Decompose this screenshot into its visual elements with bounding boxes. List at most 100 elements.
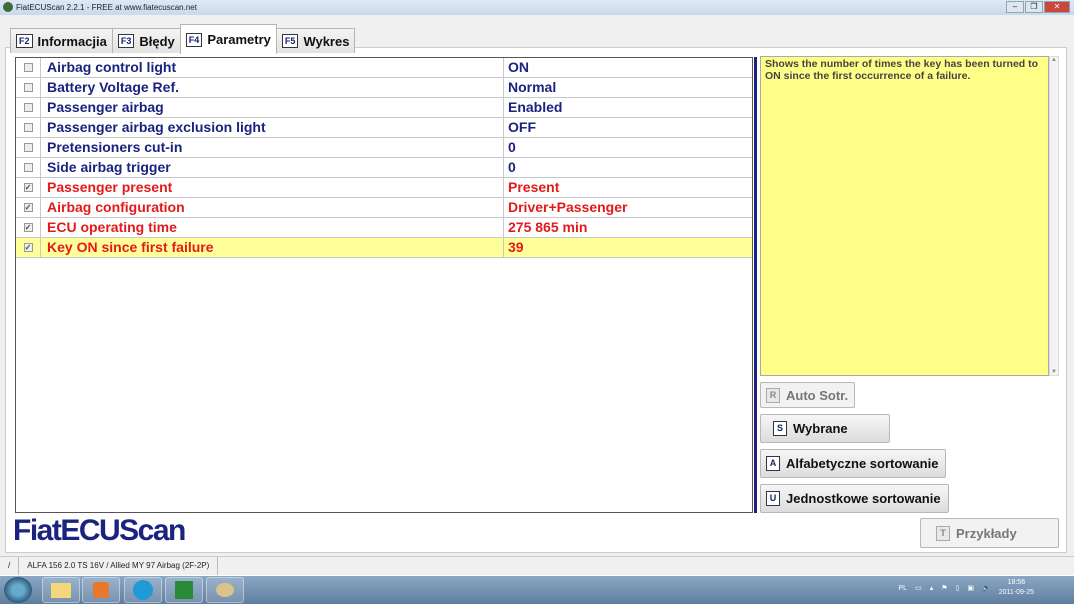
f3-key-icon: F3 — [117, 34, 135, 48]
u-key-icon: U — [766, 491, 780, 506]
window-title: FiatECUScan 2.2.1 - FREE at www.fiatecus… — [16, 3, 197, 12]
row-checkbox-cell[interactable] — [16, 118, 41, 137]
description-box: Shows the number of times the key has be… — [760, 56, 1049, 376]
row-checkbox-cell[interactable] — [16, 78, 41, 97]
clock-time: 18:56 — [1007, 579, 1026, 586]
auto-sort-button[interactable]: R Auto Sotr. — [760, 382, 855, 408]
minimize-button[interactable]: – — [1006, 1, 1024, 13]
parameter-value: 0 — [508, 159, 516, 175]
unit-sort-button[interactable]: U Jednostkowe sortowanie — [760, 484, 949, 513]
table-row[interactable]: Pretensioners cut-in 0 — [16, 138, 752, 158]
clock-date: 2011-09-25 — [998, 589, 1034, 596]
table-row[interactable]: Airbag control light ON — [16, 58, 752, 78]
clock[interactable]: 18:56 2011-09-25 — [999, 578, 1034, 598]
start-button[interactable] — [4, 577, 32, 603]
selected-button[interactable]: S Wybrane — [760, 414, 890, 443]
parameter-name: Key ON since first failure — [41, 238, 504, 257]
parameter-value: Enabled — [508, 99, 563, 115]
table-row[interactable]: Passenger airbag Enabled — [16, 98, 752, 118]
parameter-value: 39 — [508, 239, 524, 255]
system-tray: PL ▭ ▴ ⚑ ▯ ▣ 🔈 18:56 2011-09-25 — [899, 578, 1034, 598]
checkbox[interactable]: ✓ — [23, 203, 33, 212]
tab-label: Wykres — [303, 33, 350, 49]
show-hidden-icon[interactable]: ▴ — [930, 584, 934, 592]
row-checkbox-cell[interactable]: ✓ — [16, 178, 41, 197]
taskbar: PL ▭ ▴ ⚑ ▯ ▣ 🔈 18:56 2011-09-25 — [0, 576, 1074, 604]
tab-informacjia[interactable]: F2 Informacjia — [10, 28, 113, 53]
table-row[interactable]: Battery Voltage Ref. Normal — [16, 78, 752, 98]
s-key-icon: S — [773, 421, 787, 436]
description-scrollbar[interactable]: ▲ ▼ — [1049, 56, 1059, 376]
maximize-button[interactable]: ❐ — [1025, 1, 1043, 13]
parameters-table: Airbag control light ON Battery Voltage Re… — [15, 57, 753, 513]
close-button[interactable]: ✕ — [1044, 1, 1070, 13]
table-row[interactable]: ✓ ECU operating time 275 865 min — [16, 218, 752, 238]
language-indicator[interactable]: PL — [899, 585, 908, 592]
parameter-value: ON — [508, 59, 529, 75]
parameter-value: OFF — [508, 119, 536, 135]
row-checkbox-cell[interactable] — [16, 158, 41, 177]
checkbox[interactable]: ✓ — [23, 243, 33, 252]
button-label: Alfabetyczne sortowanie — [786, 456, 939, 471]
volume-icon[interactable]: 🔈 — [982, 584, 991, 592]
row-checkbox-cell[interactable] — [16, 98, 41, 117]
tab-wykres[interactable]: F5 Wykres — [275, 28, 356, 53]
fiatecuscan-taskbar-icon[interactable] — [165, 577, 203, 603]
row-checkbox-cell[interactable]: ✓ — [16, 218, 41, 237]
row-checkbox-cell[interactable] — [16, 138, 41, 157]
table-row[interactable]: Passenger airbag exclusion light OFF — [16, 118, 752, 138]
checkbox[interactable]: ✓ — [23, 183, 33, 192]
parameter-name: Side airbag trigger — [41, 158, 504, 177]
f2-key-icon: F2 — [16, 34, 33, 48]
button-label: Przykłady — [956, 525, 1017, 541]
checkbox[interactable] — [23, 103, 33, 112]
row-checkbox-cell[interactable]: ✓ — [16, 198, 41, 217]
checkbox[interactable] — [23, 63, 33, 72]
checkbox[interactable]: ✓ — [23, 223, 33, 232]
parameter-value: Present — [508, 179, 560, 195]
parameter-name: Passenger present — [41, 178, 504, 197]
parameter-name: Battery Voltage Ref. — [41, 78, 504, 97]
status-vehicle: ALFA 156 2.0 TS 16V / Allied MY 97 Airba… — [19, 557, 219, 575]
table-row[interactable]: Side airbag trigger 0 — [16, 158, 752, 178]
checkbox[interactable] — [23, 143, 33, 152]
tab-bar: F2 Informacjia F3 Błędy F4 Parametry F5 Wykr… — [10, 23, 356, 54]
paint-taskbar-icon[interactable] — [206, 577, 244, 603]
explorer-taskbar-icon[interactable] — [42, 577, 80, 603]
checkbox[interactable] — [23, 163, 33, 172]
parameter-name: ECU operating time — [41, 218, 504, 237]
tab-bledy[interactable]: F3 Błędy — [111, 28, 181, 53]
battery-icon[interactable]: ▯ — [956, 584, 960, 592]
parameter-value: 0 — [508, 139, 516, 155]
panel-divider[interactable] — [754, 57, 757, 513]
row-checkbox-cell[interactable] — [16, 58, 41, 77]
parameter-value: Driver+Passenger — [508, 199, 628, 215]
parameter-value: Normal — [508, 79, 557, 95]
f4-key-icon: F4 — [185, 32, 203, 47]
table-row[interactable]: ✓ Airbag configuration Driver+Passenger — [16, 198, 752, 218]
skype-taskbar-icon[interactable] — [124, 577, 162, 603]
fiatecuscan-logo: FiatECUScan — [13, 514, 186, 547]
examples-button[interactable]: T Przykłady — [920, 518, 1059, 548]
tab-label: Parametry — [207, 32, 271, 47]
tab-parametry[interactable]: F4 Parametry — [179, 24, 277, 54]
media-player-taskbar-icon[interactable] — [82, 577, 120, 603]
flag-icon[interactable]: ⚑ — [941, 584, 947, 592]
keyboard-icon[interactable]: ▭ — [915, 584, 922, 592]
button-label: Wybrane — [793, 421, 848, 436]
table-row[interactable]: ✓ Key ON since first failure 39 — [16, 238, 752, 258]
checkbox[interactable] — [23, 83, 33, 92]
status-bar: / ALFA 156 2.0 TS 16V / Allied MY 97 Airb… — [0, 556, 1074, 575]
table-row[interactable]: ✓ Passenger present Present — [16, 178, 752, 198]
parameter-name: Passenger airbag — [41, 98, 504, 117]
a-key-icon: A — [766, 456, 780, 471]
parameter-value: 275 865 min — [508, 219, 588, 235]
parameter-name: Airbag control light — [41, 58, 504, 77]
checkbox[interactable] — [23, 123, 33, 132]
row-checkbox-cell[interactable]: ✓ — [16, 238, 41, 257]
t-key-icon: T — [936, 525, 950, 541]
f5-key-icon: F5 — [281, 34, 299, 48]
network-icon[interactable]: ▣ — [967, 584, 974, 592]
alphabetical-sort-button[interactable]: A Alfabetyczne sortowanie — [760, 449, 946, 478]
title-bar: FiatECUScan 2.2.1 - FREE at www.fiatecus… — [0, 0, 1074, 15]
